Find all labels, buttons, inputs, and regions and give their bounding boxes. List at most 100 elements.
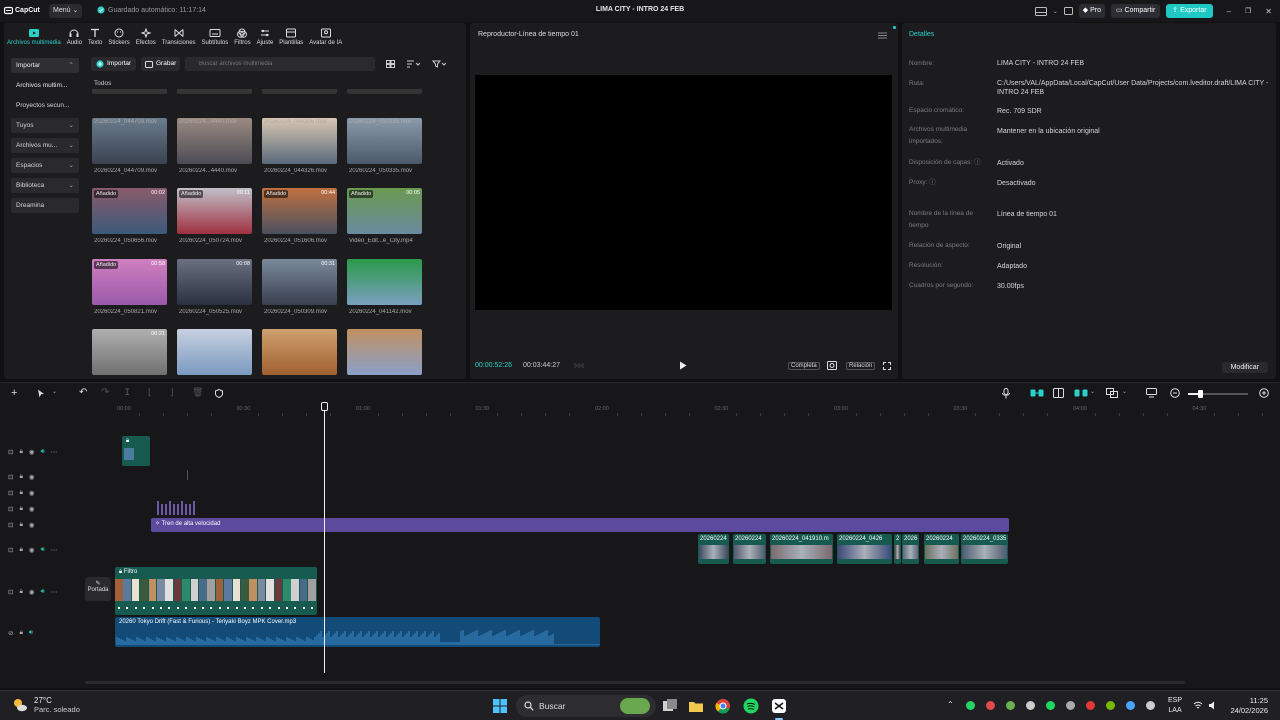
speaker-icon[interactable]: 🔊︎ bbox=[41, 588, 45, 596]
cover-button[interactable]: ✎ Portada bbox=[85, 577, 111, 601]
split-left-icon[interactable]: ⌊ bbox=[148, 387, 152, 398]
lock-icon[interactable]: 🔒︎ bbox=[19, 505, 22, 513]
microphone-icon[interactable] bbox=[1002, 388, 1010, 399]
link-chevron-icon[interactable]: ⌄ bbox=[1122, 388, 1127, 395]
media-thumbnail[interactable]: 00:21 bbox=[92, 329, 167, 375]
media-thumbnail[interactable] bbox=[177, 329, 252, 375]
overlay-video-clip[interactable]: 20260224_0335 bbox=[961, 534, 1008, 564]
pro-button[interactable]: ◆ Pro bbox=[1078, 4, 1105, 18]
delete-icon[interactable]: 🗑 bbox=[192, 387, 203, 398]
share-button[interactable]: ▭ Compartir bbox=[1110, 4, 1161, 18]
import-button[interactable]: Importar bbox=[91, 57, 137, 71]
app-tray-icon[interactable] bbox=[986, 701, 995, 710]
sidebar-item-library[interactable]: Biblioteca ⌄ bbox=[11, 178, 79, 193]
system-clock[interactable]: 11:25 24/02/2026 bbox=[1230, 696, 1268, 716]
eye-icon[interactable]: ◉ bbox=[29, 546, 35, 554]
snap-chevron-icon[interactable]: ⌄ bbox=[1090, 388, 1095, 395]
link-icon[interactable] bbox=[1106, 388, 1118, 398]
volume-icon[interactable] bbox=[1208, 701, 1218, 710]
whatsapp-icon[interactable] bbox=[966, 701, 975, 710]
magnet-link-icon[interactable] bbox=[1030, 389, 1044, 397]
media-thumbnail[interactable]: 00:31 bbox=[262, 259, 337, 305]
track-preview-icon[interactable] bbox=[1146, 388, 1157, 398]
usb-icon[interactable] bbox=[1146, 701, 1155, 710]
media-thumbnail[interactable]: Añadido 00:02 bbox=[92, 188, 167, 234]
lock-icon[interactable]: 🔒︎ bbox=[19, 521, 22, 529]
menu-button[interactable]: Menú ⌄ bbox=[49, 4, 82, 18]
redo-icon[interactable]: ↷ bbox=[101, 387, 109, 398]
wifi-icon[interactable] bbox=[1193, 701, 1203, 710]
media-thumbnail[interactable] bbox=[92, 89, 167, 94]
tab-audio[interactable]: Audio bbox=[64, 23, 85, 49]
chrome-icon[interactable] bbox=[715, 698, 731, 714]
steam-icon[interactable] bbox=[1066, 701, 1075, 710]
track-type-icon[interactable]: ⊡ bbox=[8, 505, 13, 513]
track-type-icon[interactable]: ⊡ bbox=[8, 588, 13, 596]
sidebar-item-media-library[interactable]: Archivos mu... ⌄ bbox=[11, 138, 79, 153]
sort-icon[interactable] bbox=[406, 60, 420, 68]
eye-icon[interactable]: ◉ bbox=[29, 588, 35, 596]
tab-effects[interactable]: Efectos bbox=[133, 23, 159, 49]
media-thumbnail[interactable] bbox=[347, 259, 422, 305]
track-type-icon[interactable]: ⊡ bbox=[8, 489, 13, 497]
timeline-ruler[interactable]: 00:00 00:30 01:00 01:30 02:00 02:30 03:00 03:30… bbox=[115, 405, 1280, 417]
aspect-ratio-button[interactable]: Relación bbox=[846, 362, 876, 370]
tab-transitions[interactable]: Transiciones bbox=[159, 23, 199, 49]
info-icon[interactable]: ⓘ bbox=[974, 159, 981, 166]
full-quality-button[interactable]: Completa bbox=[788, 362, 820, 370]
windows-start-icon[interactable] bbox=[492, 698, 508, 714]
tab-ai-avatar[interactable]: Avatar de IA bbox=[306, 23, 345, 49]
sidebar-item-media[interactable]: Archivos multim... bbox=[11, 78, 79, 93]
media-thumbnail[interactable] bbox=[262, 329, 337, 375]
lock-icon[interactable]: 🔒︎ bbox=[19, 588, 22, 596]
waveform-toggle-icon[interactable] bbox=[574, 362, 584, 369]
bluetooth-icon[interactable] bbox=[1126, 701, 1135, 710]
cursor-chevron-icon[interactable]: ⌄ bbox=[52, 388, 57, 395]
capcut-taskbar-icon[interactable] bbox=[771, 698, 787, 714]
menu-lines-icon[interactable] bbox=[878, 32, 887, 39]
media-thumbnail[interactable] bbox=[347, 89, 422, 94]
media-thumbnail[interactable] bbox=[347, 329, 422, 375]
media-thumbnail[interactable]: 00:08 bbox=[177, 259, 252, 305]
playhead-handle[interactable] bbox=[321, 402, 328, 411]
lock-icon[interactable]: 🔒︎ bbox=[19, 448, 22, 456]
preview-screen[interactable] bbox=[475, 75, 892, 310]
shield-icon[interactable] bbox=[215, 389, 223, 398]
mute-icon[interactable]: ⊘ bbox=[8, 629, 13, 637]
tab-stickers[interactable]: Stickers bbox=[105, 23, 132, 49]
close-icon[interactable]: ✕ bbox=[1265, 7, 1272, 16]
sidebar-item-import[interactable]: Importar ⌃ bbox=[11, 58, 79, 73]
track-type-icon[interactable]: ⊡ bbox=[8, 546, 13, 554]
weather-widget[interactable]: 27°C Parc. soleado bbox=[12, 696, 80, 714]
speaker-icon[interactable]: 🔊︎ bbox=[29, 629, 33, 637]
nvidia-icon[interactable] bbox=[1106, 701, 1115, 710]
maximize-icon[interactable]: ❐ bbox=[1245, 7, 1251, 15]
language-indicator[interactable]: ESP LAA bbox=[1168, 696, 1182, 716]
timeline-scrollbar[interactable] bbox=[85, 681, 1185, 684]
filter-funnel-icon[interactable] bbox=[432, 60, 446, 68]
modify-button[interactable]: Modificar bbox=[1221, 362, 1268, 373]
chat-icon[interactable] bbox=[1026, 701, 1035, 710]
overlay-video-clip[interactable]: 20260224_041910.m bbox=[770, 534, 833, 564]
eye-icon[interactable]: ◉ bbox=[29, 521, 35, 529]
more-icon[interactable]: ⋯ bbox=[51, 546, 58, 554]
overlay-video-clip[interactable]: 2026 bbox=[902, 534, 919, 564]
lock-icon[interactable]: 🔒︎ bbox=[19, 629, 22, 637]
track-type-icon[interactable]: ⊡ bbox=[8, 473, 13, 481]
search-highlight-badge[interactable] bbox=[620, 698, 650, 714]
info-icon[interactable]: ⓘ bbox=[929, 179, 936, 186]
speaker-icon[interactable]: 🔊︎ bbox=[41, 448, 45, 456]
overlay-video-clip[interactable]: 20260224 bbox=[924, 534, 959, 564]
playhead-line[interactable] bbox=[324, 403, 325, 673]
tray-overflow-icon[interactable]: ⌃ bbox=[947, 700, 954, 709]
audio-clip[interactable]: 20260 Tokyo Drift (Fast & Furious) - Ter… bbox=[115, 617, 600, 647]
main-video-clip[interactable]: 🔒︎ Filtro bbox=[115, 567, 317, 615]
screenshot-icon[interactable] bbox=[827, 361, 837, 370]
layout-icon[interactable] bbox=[1034, 6, 1047, 16]
overlay-video-clip[interactable]: 20260224 bbox=[733, 534, 766, 564]
minimize-icon[interactable]: – bbox=[1227, 7, 1231, 16]
undo-icon[interactable]: ↶ bbox=[79, 387, 87, 398]
split-right-icon[interactable]: ⌋ bbox=[170, 387, 174, 398]
media-thumbnail[interactable] bbox=[262, 89, 337, 94]
lock-icon[interactable]: 🔒︎ bbox=[19, 546, 22, 554]
